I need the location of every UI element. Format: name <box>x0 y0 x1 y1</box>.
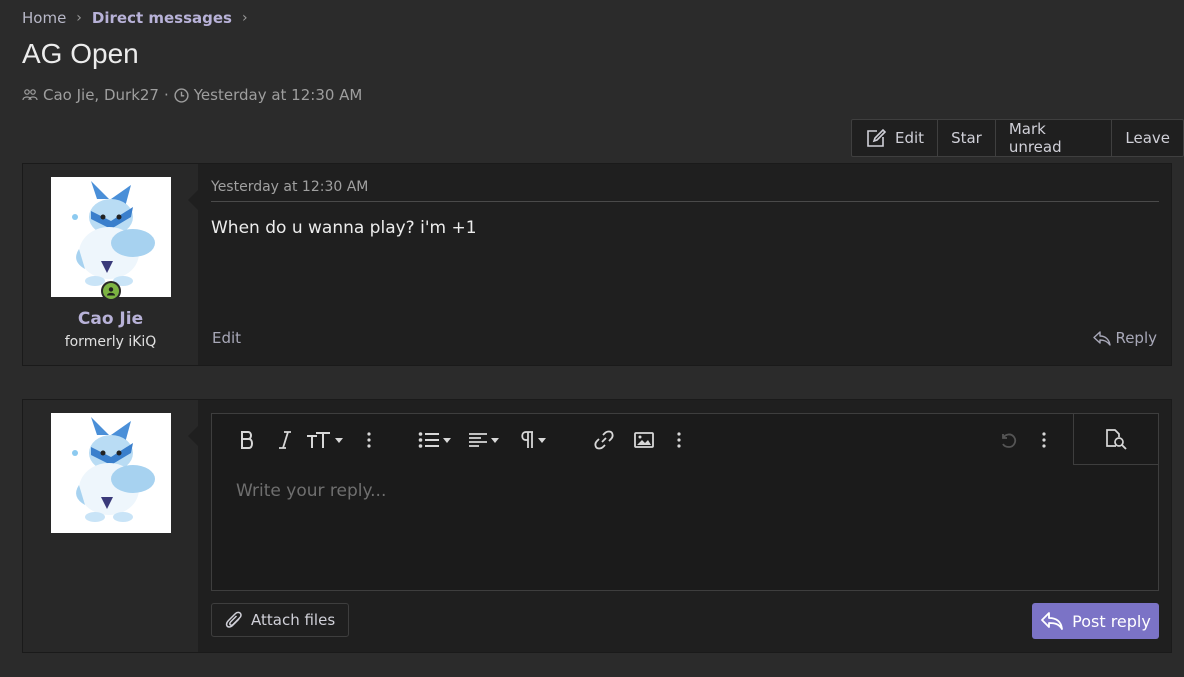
bold-icon[interactable] <box>238 429 256 451</box>
mark-unread-button[interactable]: Mark unread <box>996 120 1113 156</box>
reply-icon <box>1093 330 1112 346</box>
avatar-image <box>72 417 155 522</box>
paragraph-icon[interactable] <box>519 429 546 451</box>
reply-icon <box>1041 612 1064 630</box>
participants[interactable]: Cao Jie, Durk27 <box>43 86 159 104</box>
edit-button[interactable]: Edit <box>852 120 939 156</box>
list-icon[interactable] <box>418 429 451 451</box>
user-title: formerly iKiQ <box>64 334 157 350</box>
avatar-image <box>72 181 155 286</box>
conversation-actions: Edit Star Mark unread Leave <box>851 119 1184 157</box>
username[interactable]: Cao Jie <box>23 309 198 329</box>
more-icon[interactable] <box>366 429 372 451</box>
message-reply-link[interactable]: Reply <box>1093 329 1157 347</box>
post-reply-button[interactable]: Post reply <box>1032 603 1159 639</box>
avatar[interactable] <box>51 413 171 533</box>
more-icon[interactable] <box>676 429 682 451</box>
link-icon[interactable] <box>594 429 614 451</box>
message-edit-link[interactable]: Edit <box>212 329 241 347</box>
reply-user-panel <box>23 400 198 652</box>
reply-form: Write your reply... Attach files Post re… <box>22 399 1172 653</box>
preview-icon <box>1106 429 1127 450</box>
chevron-right-icon: › <box>241 10 248 26</box>
italic-icon[interactable] <box>278 429 292 451</box>
text-size-icon[interactable] <box>306 429 343 451</box>
chevron-right-icon: › <box>76 10 82 26</box>
reply-editor[interactable]: Write your reply... <box>211 413 1159 591</box>
image-icon[interactable] <box>634 429 654 451</box>
edit-label: Edit <box>895 129 925 147</box>
conversation-meta: Cao Jie, Durk27 · Yesterday at 12:30 AM <box>22 86 362 104</box>
star-button[interactable]: Star <box>938 120 996 156</box>
reply-input[interactable]: Write your reply... <box>236 481 386 501</box>
preview-button[interactable] <box>1073 414 1158 465</box>
star-label: Star <box>951 129 982 147</box>
align-icon[interactable] <box>468 429 499 451</box>
breadcrumb-direct-messages[interactable]: Direct messages <box>92 9 232 27</box>
leave-button[interactable]: Leave <box>1112 120 1183 156</box>
online-status-badge <box>101 281 121 301</box>
breadcrumb: Home › Direct messages › <box>22 8 258 28</box>
attach-files-label: Attach files <box>251 611 336 629</box>
message-arrow <box>188 190 198 210</box>
attach-files-button[interactable]: Attach files <box>211 603 350 637</box>
leave-label: Leave <box>1125 129 1170 147</box>
breadcrumb-home[interactable]: Home <box>22 9 66 27</box>
edit-icon <box>867 128 887 147</box>
more-icon[interactable] <box>1041 429 1047 451</box>
reply-arrow <box>188 426 198 446</box>
divider <box>211 201 1159 202</box>
avatar[interactable] <box>51 177 171 297</box>
meta-separator: · <box>163 86 169 104</box>
conversation-time[interactable]: Yesterday at 12:30 AM <box>194 86 363 104</box>
paperclip-icon <box>225 611 242 628</box>
post-reply-label: Post reply <box>1072 611 1151 631</box>
message-body: When do u wanna play? i'm +1 <box>211 218 477 238</box>
message: Cao Jie formerly iKiQ Yesterday at 12:30… <box>22 163 1172 366</box>
message-user-panel: Cao Jie formerly iKiQ <box>23 164 198 365</box>
mark-unread-label: Mark unread <box>1008 120 1062 156</box>
user-online-icon <box>103 283 119 299</box>
clock-icon <box>174 87 189 103</box>
undo-icon[interactable] <box>998 429 1018 451</box>
users-icon <box>22 89 38 101</box>
page-title: AG Open <box>22 38 139 69</box>
editor-toolbar <box>212 414 1158 465</box>
reply-label: Reply <box>1115 329 1157 347</box>
message-date[interactable]: Yesterday at 12:30 AM <box>211 179 368 195</box>
